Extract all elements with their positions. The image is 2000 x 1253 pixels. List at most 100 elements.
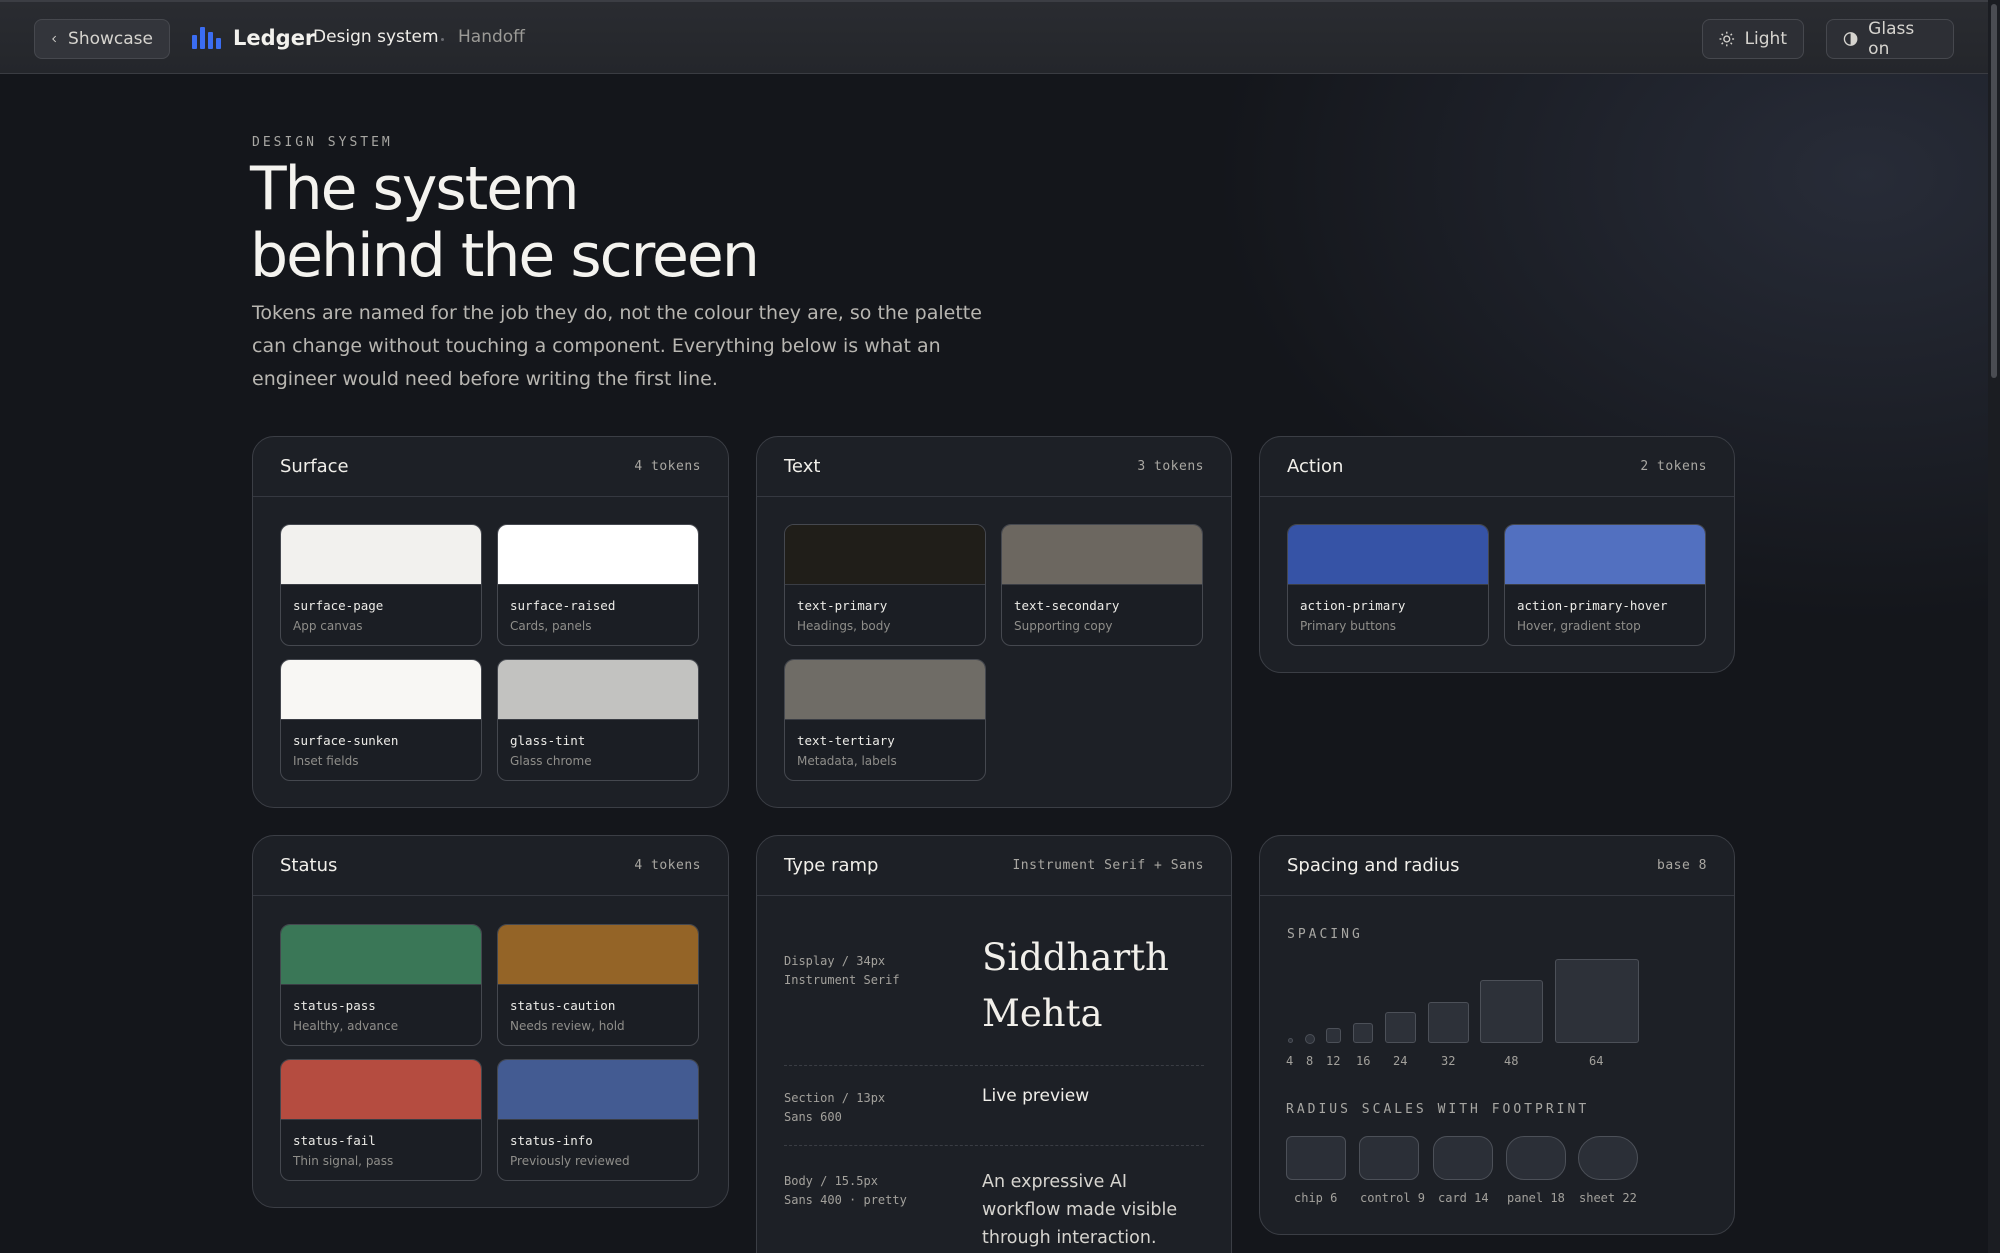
font-pairing: Instrument Serif + Sans — [1012, 858, 1204, 873]
base-unit: base 8 — [1657, 858, 1707, 873]
theme-toggle-button[interactable]: Light — [1702, 19, 1804, 59]
token-name: status-fail — [293, 1133, 376, 1148]
token-desc: Cards, panels — [510, 619, 592, 633]
type-ramp-card: Type ramp Instrument Serif + Sans Display… — [756, 835, 1232, 1253]
card-title: Status — [280, 855, 338, 876]
spacing-value: 32 — [1441, 1054, 1456, 1068]
token-count: 3 tokens — [1137, 459, 1204, 474]
spacing-value: 8 — [1306, 1054, 1314, 1068]
token-swatch[interactable]: status-caution Needs review, hold — [497, 924, 699, 1046]
spacing-value: 24 — [1393, 1054, 1408, 1068]
glass-toggle-button[interactable]: Glass on — [1826, 19, 1954, 59]
nav-design-system[interactable]: Design system — [313, 27, 439, 47]
radius-value: control 9 — [1360, 1191, 1426, 1205]
token-name: status-pass — [293, 998, 376, 1013]
status-card: Status 4 tokens status-pass Healthy, advan… — [252, 835, 729, 1208]
spacing-label: SPACING — [1287, 927, 1363, 942]
token-desc: Hover, gradient stop — [1517, 619, 1641, 633]
radius-swatch-sheet — [1578, 1136, 1638, 1180]
section-sample: Live preview — [982, 1086, 1090, 1106]
top-bar: Showcase Ledger Design system Handoff Li… — [0, 0, 1988, 74]
color-chip — [785, 660, 985, 720]
token-swatch[interactable]: status-info Previously reviewed — [497, 1059, 699, 1181]
contrast-icon — [1843, 32, 1858, 46]
token-name: action-primary — [1300, 598, 1406, 613]
page-title: The system behind the screen — [250, 154, 760, 290]
token-name: text-primary — [797, 598, 888, 613]
token-desc: Supporting copy — [1014, 619, 1113, 633]
radius-swatch-chip — [1286, 1136, 1346, 1180]
spacing-step-48 — [1480, 980, 1543, 1043]
spacing-value: 4 — [1286, 1054, 1294, 1068]
token-swatch[interactable]: surface-sunken Inset fields — [280, 659, 482, 781]
type-label: Body / 15.5px — [784, 1174, 878, 1188]
title-line-1: The system — [250, 154, 580, 224]
token-swatch[interactable]: action-primary Primary buttons — [1287, 524, 1489, 646]
token-swatch[interactable]: text-secondary Supporting copy — [1001, 524, 1203, 646]
color-chip — [1288, 525, 1488, 585]
token-desc: Glass chrome — [510, 754, 592, 768]
bar-chart-icon — [192, 27, 221, 49]
radius-value: card 14 — [1438, 1191, 1489, 1205]
display-sample-line-1: Siddharth — [982, 936, 1169, 979]
type-label: Section / 13px — [784, 1091, 886, 1105]
radius-value: sheet 22 — [1579, 1191, 1637, 1205]
scrollbar-thumb[interactable] — [1991, 4, 1997, 378]
token-desc: Needs review, hold — [510, 1019, 625, 1033]
color-chip — [281, 1060, 481, 1120]
color-chip — [1505, 525, 1705, 585]
action-card: Action 2 tokens action-primary Primary but… — [1259, 436, 1735, 673]
spacing-step-12 — [1326, 1028, 1341, 1043]
chevron-left-icon — [52, 35, 57, 43]
token-desc: Metadata, labels — [797, 754, 897, 768]
type-row-section: Section / 13px Sans 600 Live preview — [784, 1066, 1204, 1146]
token-name: surface-sunken — [293, 733, 399, 748]
token-count: 4 tokens — [634, 459, 701, 474]
color-chip — [498, 925, 698, 985]
token-desc: Healthy, advance — [293, 1019, 399, 1033]
type-label: Display / 34px — [784, 954, 886, 968]
token-desc: Thin signal, pass — [293, 1154, 394, 1168]
theme-label: Light — [1744, 29, 1787, 49]
radius-swatch-control — [1359, 1136, 1419, 1180]
token-name: text-secondary — [1014, 598, 1120, 613]
back-to-showcase-button[interactable]: Showcase — [34, 19, 170, 59]
token-swatch[interactable]: status-fail Thin signal, pass — [280, 1059, 482, 1181]
body-sample: An expressive AI workflow made visible t… — [982, 1172, 1178, 1248]
back-label: Showcase — [68, 29, 153, 49]
card-title: Spacing and radius — [1287, 855, 1460, 876]
page-intro: Tokens are named for the job they do, no… — [252, 302, 982, 390]
spacing-step-64 — [1555, 959, 1639, 1043]
token-swatch[interactable]: status-pass Healthy, advance — [280, 924, 482, 1046]
token-swatch[interactable]: glass-tint Glass chrome — [497, 659, 699, 781]
spacing-value: 16 — [1356, 1054, 1371, 1068]
token-name: status-info — [510, 1133, 593, 1148]
type-font: Sans 400 · pretty — [784, 1193, 907, 1207]
token-name: glass-tint — [510, 733, 586, 748]
token-swatch[interactable]: surface-page App canvas — [280, 524, 482, 646]
token-count: 2 tokens — [1640, 459, 1707, 474]
color-chip — [281, 525, 481, 585]
radius-label: RADIUS SCALES WITH FOOTPRINT — [1286, 1102, 1590, 1117]
spacing-value: 64 — [1589, 1054, 1604, 1068]
card-title: Action — [1287, 456, 1344, 477]
token-count: 4 tokens — [634, 858, 701, 873]
card-title: Text — [784, 456, 821, 477]
color-chip — [1002, 525, 1202, 585]
card-title: Surface — [280, 456, 349, 477]
surface-card: Surface 4 tokens surface-page App canvas s… — [252, 436, 729, 808]
spacing-step-8 — [1305, 1034, 1315, 1044]
color-chip — [281, 925, 481, 985]
token-swatch[interactable]: text-tertiary Metadata, labels — [784, 659, 986, 781]
logo[interactable]: Ledger — [192, 26, 315, 50]
section-eyebrow: DESIGN SYSTEM — [252, 135, 393, 150]
nav-handoff[interactable]: Handoff — [458, 27, 525, 47]
token-swatch[interactable]: surface-raised Cards, panels — [497, 524, 699, 646]
token-swatch[interactable]: action-primary-hover Hover, gradient stop — [1504, 524, 1706, 646]
color-chip — [498, 660, 698, 720]
token-swatch[interactable]: text-primary Headings, body — [784, 524, 986, 646]
spacing-step-16 — [1353, 1023, 1373, 1043]
spacing-value: 48 — [1504, 1054, 1519, 1068]
type-font: Instrument Serif — [784, 973, 900, 987]
type-row-display: Display / 34px Instrument Serif Siddharth… — [784, 924, 1204, 1066]
